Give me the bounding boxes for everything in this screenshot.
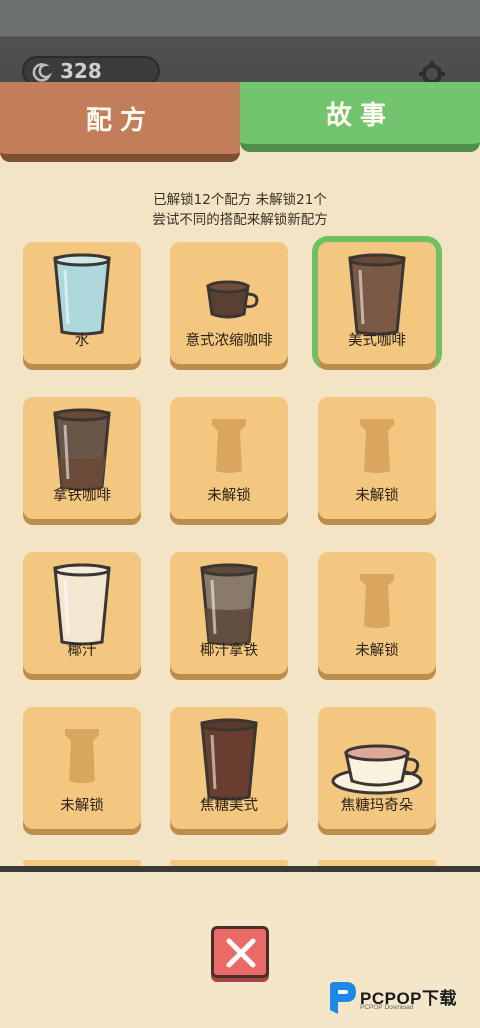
- recipe-label: 美式咖啡: [348, 333, 406, 349]
- americano-cup-icon: [318, 250, 436, 336]
- recipe-card[interactable]: 美式咖啡: [318, 242, 436, 364]
- recipe-card[interactable]: 椰汁: [23, 552, 141, 674]
- recipe-card[interactable]: 未解锁: [318, 397, 436, 519]
- recipe-card[interactable]: 未解锁: [170, 397, 288, 519]
- watermark-sub: PCPOP Download: [360, 1004, 414, 1011]
- recipe-label: 未解锁: [355, 488, 399, 504]
- close-icon: [226, 938, 256, 968]
- recipe-label: 椰汁: [67, 643, 97, 659]
- water-cup-icon: [23, 250, 141, 336]
- recipe-card[interactable]: 意式浓缩咖啡: [170, 242, 288, 364]
- close-button[interactable]: [211, 926, 269, 978]
- recipe-label: 未解锁: [355, 643, 399, 659]
- recipe-label: 椰汁拿铁: [200, 643, 258, 659]
- coconut-latte-cup-icon: [170, 560, 288, 646]
- locked-cup-icon: [318, 405, 436, 491]
- recipe-label: 未解锁: [60, 798, 104, 814]
- recipe-label: 焦糖玛奇朵: [340, 798, 414, 814]
- caramel-americano-cup-icon: [170, 715, 288, 801]
- recipe-card[interactable]: 未解锁: [318, 552, 436, 674]
- recipe-card[interactable]: 水: [23, 242, 141, 364]
- recipe-label: 拿铁咖啡: [53, 488, 111, 504]
- coconut-milk-cup-icon: [23, 560, 141, 646]
- recipe-card[interactable]: 焦糖玛奇朵: [318, 707, 436, 829]
- recipe-card[interactable]: 未解锁: [23, 707, 141, 829]
- watermark: PCPOP下载 PCPOP Download: [326, 980, 476, 1020]
- recipe-card[interactable]: 椰汁拿铁: [170, 552, 288, 674]
- watermark-logo-icon: [330, 982, 356, 1014]
- recipe-label: 未解锁: [207, 488, 251, 504]
- locked-cup-icon: [23, 715, 141, 801]
- recipe-card[interactable]: 拿铁咖啡: [23, 397, 141, 519]
- recipe-label: 焦糖美式: [200, 798, 258, 814]
- espresso-cup-icon: [170, 250, 288, 336]
- recipe-label: 意式浓缩咖啡: [185, 333, 273, 349]
- caramel-macchiato-cup-icon: [318, 715, 436, 801]
- locked-cup-icon: [170, 405, 288, 491]
- recipe-card[interactable]: 焦糖美式: [170, 707, 288, 829]
- latte-cup-icon: [23, 405, 141, 491]
- recipe-label: 水: [74, 333, 90, 349]
- locked-cup-icon: [318, 560, 436, 646]
